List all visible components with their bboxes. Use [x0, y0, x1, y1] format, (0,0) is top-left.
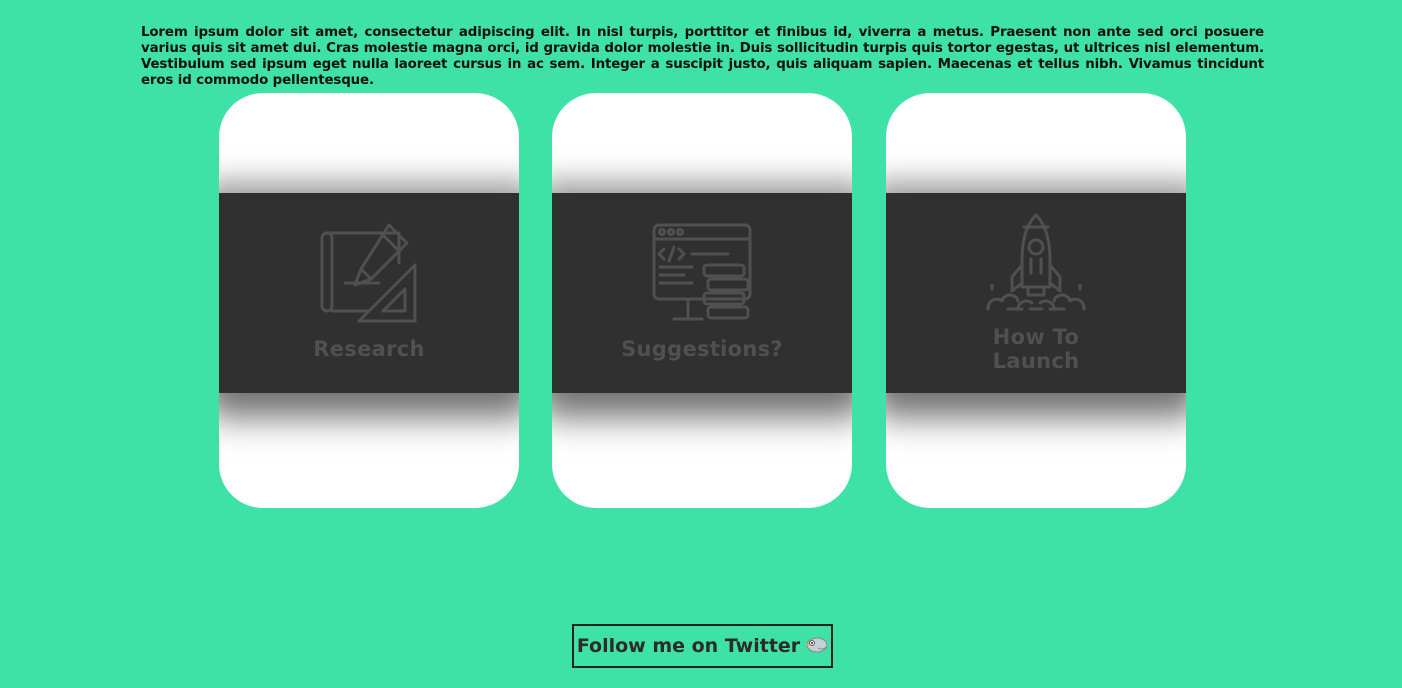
bird-icon: [804, 628, 828, 668]
card-research[interactable]: Research: [219, 93, 519, 508]
follow-twitter-label: Follow me on Twitter: [576, 635, 801, 657]
follow-twitter-button[interactable]: Follow me on Twitter: [572, 624, 833, 668]
blueprint-pencil-icon: [319, 223, 419, 323]
card-how-to-launch[interactable]: How To Launch: [886, 93, 1186, 508]
card-suggestions[interactable]: Suggestions?: [552, 93, 852, 508]
card-title: Suggestions?: [621, 337, 783, 361]
card-title-line: How To: [992, 325, 1080, 349]
card-title: Research: [313, 337, 425, 361]
card-title: How To Launch: [886, 325, 1186, 373]
intro-paragraph: Lorem ipsum dolor sit amet, consectetur …: [141, 25, 1264, 89]
card-band: How To Launch: [886, 193, 1186, 393]
card-band: Suggestions?: [552, 193, 852, 393]
rocket-icon: [986, 213, 1086, 313]
card-title-line: Launch: [992, 349, 1080, 373]
code-monitor-icon: [652, 223, 752, 323]
card-band: Research: [219, 193, 519, 393]
